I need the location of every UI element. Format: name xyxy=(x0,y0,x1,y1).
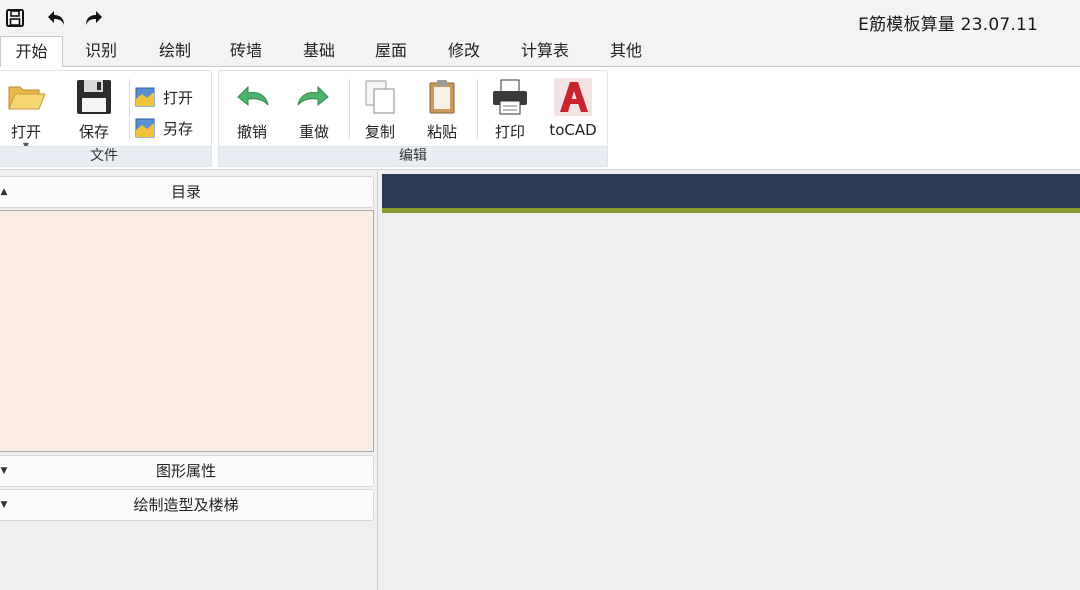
save-icon[interactable] xyxy=(2,6,28,30)
save-as-button[interactable]: 另存 xyxy=(135,115,193,141)
copy-button[interactable]: 复制 xyxy=(357,77,403,142)
tab-other[interactable]: 其他 xyxy=(599,36,653,67)
edit-group-label: 编辑 xyxy=(219,146,607,166)
file-group-label: 文件 xyxy=(0,146,211,166)
folder-icon xyxy=(8,86,46,110)
open-file-icon xyxy=(135,87,155,107)
title-bar: E筋模板算量 23.07.11 xyxy=(0,0,1080,38)
expand-caret-icon: ▼ xyxy=(0,466,8,476)
redo-arrow-icon xyxy=(297,85,329,107)
ribbon: 打开 ▼ 保存 打开 另存 文件 xyxy=(0,67,1080,170)
open-button[interactable]: 打开 ▼ xyxy=(1,77,51,150)
tab-modify[interactable]: 修改 xyxy=(437,36,491,67)
clipboard-icon xyxy=(429,80,455,114)
divider xyxy=(129,79,130,139)
ribbon-tabs: 开始 识别 绘制 砖墙 基础 屋面 修改 计算表 其他 xyxy=(0,36,1080,68)
left-panel: ▲ 目录 ▼ 图形属性 ▼ 绘制造型及楼梯 xyxy=(0,171,378,590)
floppy-disk-icon xyxy=(77,80,111,114)
print-button[interactable]: 打印 xyxy=(485,77,535,142)
expand-caret-icon: ▼ xyxy=(0,500,8,510)
tocad-button[interactable]: toCAD xyxy=(545,77,601,139)
save-as-icon xyxy=(135,118,155,138)
save-button[interactable]: 保存 xyxy=(69,77,119,142)
tab-calc-table[interactable]: 计算表 xyxy=(510,36,580,67)
catalog-tree[interactable] xyxy=(0,210,374,452)
copy-icon xyxy=(365,80,395,114)
tab-brick-wall[interactable]: 砖墙 xyxy=(219,36,273,67)
tab-start[interactable]: 开始 xyxy=(0,36,63,68)
tab-draw[interactable]: 绘制 xyxy=(148,36,202,67)
catalog-header[interactable]: ▲ 目录 xyxy=(0,176,374,208)
draw-shapes-header[interactable]: ▼ 绘制造型及楼梯 xyxy=(0,489,374,521)
redo-button[interactable]: 重做 xyxy=(291,77,337,142)
paste-button[interactable]: 粘贴 xyxy=(419,77,465,142)
autocad-logo-icon xyxy=(554,78,592,116)
redo-icon[interactable] xyxy=(82,6,108,30)
divider xyxy=(349,79,350,139)
tab-roof[interactable]: 屋面 xyxy=(364,36,418,67)
edit-group: 撤销 重做 复制 粘贴 打印 toCAD 编辑 xyxy=(218,70,608,167)
graphic-props-header[interactable]: ▼ 图形属性 xyxy=(0,455,374,487)
collapse-caret-icon: ▲ xyxy=(0,187,8,197)
drawing-header-band xyxy=(382,174,1080,208)
printer-icon xyxy=(493,79,527,115)
divider xyxy=(477,79,478,139)
undo-arrow-icon xyxy=(237,85,269,107)
drawing-canvas[interactable] xyxy=(382,213,1080,590)
undo-icon[interactable] xyxy=(42,6,68,30)
file-group: 打开 ▼ 保存 打开 另存 文件 xyxy=(0,70,212,167)
undo-button[interactable]: 撤销 xyxy=(229,77,275,142)
open-small-button[interactable]: 打开 xyxy=(135,84,193,110)
app-title: E筋模板算量 23.07.11 xyxy=(858,15,1038,35)
tab-recognize[interactable]: 识别 xyxy=(74,36,128,67)
tab-foundation[interactable]: 基础 xyxy=(292,36,346,67)
